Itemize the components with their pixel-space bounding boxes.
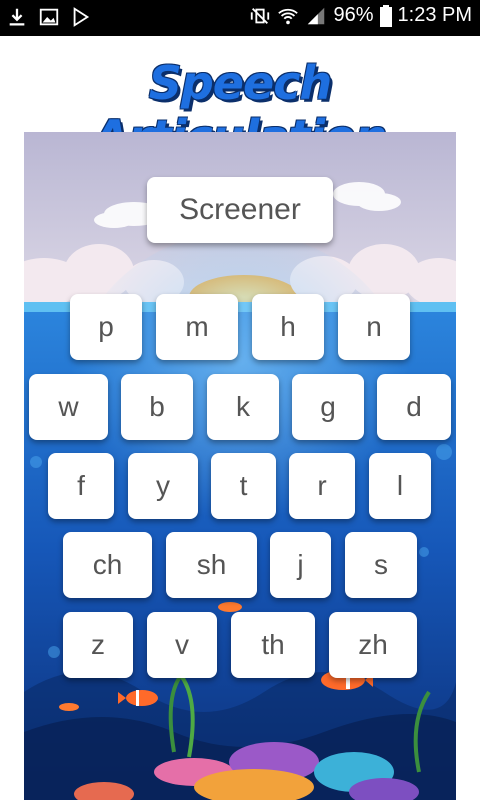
clock: 1:23 PM — [397, 4, 472, 26]
sound-button-h[interactable]: h — [252, 294, 324, 360]
sound-button-v[interactable]: v — [147, 612, 217, 678]
sound-button-g[interactable]: g — [292, 374, 364, 440]
sound-button-r[interactable]: r — [289, 453, 355, 519]
sound-button-y[interactable]: y — [128, 453, 198, 519]
vibrate-mute-icon — [251, 7, 270, 24]
notification-icons — [6, 6, 92, 28]
sound-button-th[interactable]: th — [231, 612, 315, 678]
sound-button-sh[interactable]: sh — [166, 532, 257, 598]
play-store-icon — [73, 7, 90, 27]
signal-icon — [308, 7, 325, 24]
sound-button-d[interactable]: d — [377, 374, 451, 440]
sound-button-k[interactable]: k — [207, 374, 279, 440]
sound-button-ch[interactable]: ch — [63, 532, 152, 598]
sound-button-m[interactable]: m — [156, 294, 238, 360]
sound-button-f[interactable]: f — [48, 453, 114, 519]
screener-button[interactable]: Screener — [147, 177, 333, 243]
system-icons: 96% 1:23 PM — [249, 4, 472, 27]
download-icon — [9, 8, 25, 26]
ocean-scene: Screener p m h n w b k g d f y t r l ch … — [24, 132, 456, 800]
status-bar: 96% 1:23 PM — [0, 0, 480, 36]
battery-percent: 96% — [333, 4, 374, 26]
sound-button-w[interactable]: w — [29, 374, 108, 440]
wifi-icon — [278, 8, 299, 24]
sound-button-p[interactable]: p — [70, 294, 142, 360]
sound-button-j[interactable]: j — [270, 532, 331, 598]
title-bar: Speech Articulation — [0, 36, 480, 164]
image-icon — [39, 8, 59, 26]
sound-button-l[interactable]: l — [369, 453, 431, 519]
sound-button-s[interactable]: s — [345, 532, 417, 598]
sound-button-n[interactable]: n — [338, 294, 410, 360]
sound-button-b[interactable]: b — [121, 374, 193, 440]
sound-button-z[interactable]: z — [63, 612, 133, 678]
battery-icon — [379, 4, 392, 27]
sound-button-zh[interactable]: zh — [329, 612, 417, 678]
sound-button-t[interactable]: t — [211, 453, 276, 519]
